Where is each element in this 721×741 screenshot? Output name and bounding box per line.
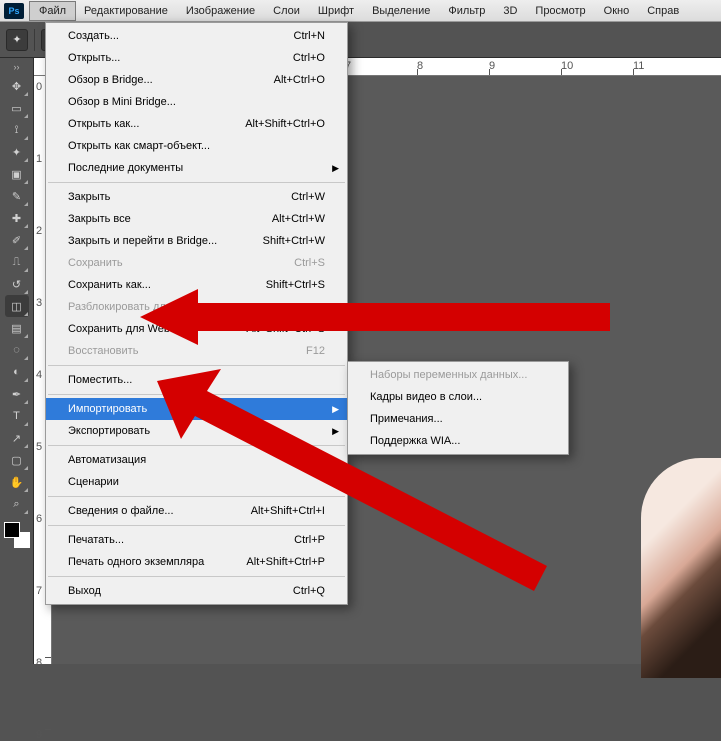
menu-item[interactable]: Создать... Ctrl+N [46,25,347,47]
stamp-tool[interactable]: ⎍ [5,251,29,273]
menu-item[interactable]: Открыть как смарт-объект... [46,135,347,157]
ruler-label: 6 [36,513,42,525]
menu-item-label: Обзор в Bridge... [68,74,153,86]
menubar-item[interactable]: 3D [494,2,526,20]
menu-item-shortcut: Ctrl+W [281,191,325,203]
menu-item-shortcut: Alt+Ctrl+W [262,213,325,225]
menu-item-label: Сохранить [68,257,123,269]
annotation-arrow-1 [140,283,620,363]
menu-item-label: Экспортировать [68,425,150,437]
menubar-item[interactable]: Просмотр [526,2,594,20]
type-tool[interactable]: T [5,405,29,427]
separator [34,29,35,51]
lasso-tool[interactable]: ⟟ [5,119,29,141]
move-tool[interactable]: ✥ [5,75,29,97]
menu-item[interactable]: Последние документы ▶ [46,157,347,179]
menu-item-label: Восстановить [68,345,138,357]
document-image[interactable] [641,458,721,678]
menu-item-shortcut: Ctrl+N [284,30,325,42]
brush-tool[interactable]: ✐ [5,229,29,251]
menu-item-label: Сохранить как... [68,279,151,291]
marquee-tool[interactable]: ▭ [5,97,29,119]
blur-tool[interactable]: ◌ [5,339,29,361]
menubar-item[interactable]: Изображение [177,2,264,20]
pen-tool[interactable]: ✒ [5,383,29,405]
rect-tool[interactable]: ▢ [5,449,29,471]
menu-item-label: Поместить... [68,374,132,386]
menu-item: Сохранить Ctrl+S [46,252,347,274]
menubar-item[interactable]: Окно [595,2,639,20]
menu-item-label: Автоматизация [68,454,146,466]
history-tool[interactable]: ↺ [5,273,29,295]
eyedrop-tool[interactable]: ✎ [5,185,29,207]
foreground-swatch[interactable] [4,522,20,538]
toolbox-grip-icon[interactable]: ›› [14,62,20,72]
menu-item[interactable]: Закрыть Ctrl+W [46,186,347,208]
ruler-label: 4 [36,369,42,381]
menu-item[interactable]: Открыть как... Alt+Shift+Ctrl+O [46,113,347,135]
menu-item-label: Открыть как... [68,118,139,130]
menu-item-label: Закрыть [68,191,110,203]
menu-item-label: Последние документы [68,162,183,174]
menu-separator [48,182,345,183]
menu-item[interactable]: Открыть... Ctrl+O [46,47,347,69]
menu-item-label: Закрыть все [68,213,131,225]
menubar-item[interactable]: Файл [30,2,75,20]
annotation-arrow-2 [157,369,557,599]
ruler-label: 9 [36,729,42,741]
crop-tool[interactable]: ▣ [5,163,29,185]
ruler-label: 2 [36,225,42,237]
menu-item-shortcut: Alt+Ctrl+O [264,74,325,86]
gradient-tool[interactable]: ▤ [5,317,29,339]
ruler-label: 1 [36,153,42,165]
menubar-item[interactable]: Выделение [363,2,439,20]
menu-item[interactable]: Обзор в Mini Bridge... [46,91,347,113]
menu-item-shortcut: Ctrl+O [283,52,325,64]
menu-item-shortcut: Shift+Ctrl+W [253,235,325,247]
path-tool[interactable]: ↗ [5,427,29,449]
hand-tool[interactable]: ✋ [5,471,29,493]
menubar-item[interactable]: Фильтр [439,2,494,20]
app-badge: Ps [4,3,24,19]
eraser-tool[interactable]: ◫ [5,295,29,317]
ruler-label: 8 [36,657,42,669]
menubar-item[interactable]: Редактирование [75,2,177,20]
dodge-tool[interactable]: ◐ [5,361,29,383]
ruler-label: 7 [36,585,42,597]
toolbox: ›› ✥▭⟟✦▣✎✚✐⎍↺◫▤◌◐✒T↗▢✋⌕ [0,58,34,664]
ruler-label: 10 [561,60,573,72]
submenu-arrow-icon: ▶ [332,163,339,174]
menu-item[interactable]: Закрыть и перейти в Bridge... Shift+Ctrl+… [46,230,347,252]
menu-item-label: Закрыть и перейти в Bridge... [68,235,217,247]
ruler-label: 5 [36,441,42,453]
menu-item[interactable]: Закрыть все Alt+Ctrl+W [46,208,347,230]
menubar-item[interactable]: Шрифт [309,2,363,20]
zoom-tool[interactable]: ⌕ [5,493,29,515]
menu-item-label: Открыть... [68,52,120,64]
menu-item-label: Создать... [68,30,119,42]
menu-item-label: Выход [68,585,101,597]
menu-item-label: Сценарии [68,476,119,488]
menubar-item[interactable]: Справ [638,2,688,20]
menu-item[interactable]: Обзор в Bridge... Alt+Ctrl+O [46,69,347,91]
menu-item-label: Печатать... [68,534,124,546]
menu-item-label: Открыть как смарт-объект... [68,140,210,152]
menu-item-shortcut: Ctrl+S [284,257,325,269]
heal-tool[interactable]: ✚ [5,207,29,229]
menu-item-label: Импортировать [68,403,147,415]
color-swatches[interactable] [4,522,30,548]
menu-separator [48,365,345,366]
ruler-label: 0 [36,81,42,93]
menubar: Ps ФайлРедактированиеИзображениеСлоиШриф… [0,0,721,22]
menubar-item[interactable]: Слои [264,2,309,20]
ruler-label: 3 [36,297,42,309]
wand-tool[interactable]: ✦ [5,141,29,163]
ruler-label: 11 [633,60,644,72]
menu-item-shortcut: Alt+Shift+Ctrl+O [235,118,325,130]
tool-preset-icon[interactable]: ✦ [6,29,28,51]
menu-item-label: Обзор в Mini Bridge... [68,96,176,108]
